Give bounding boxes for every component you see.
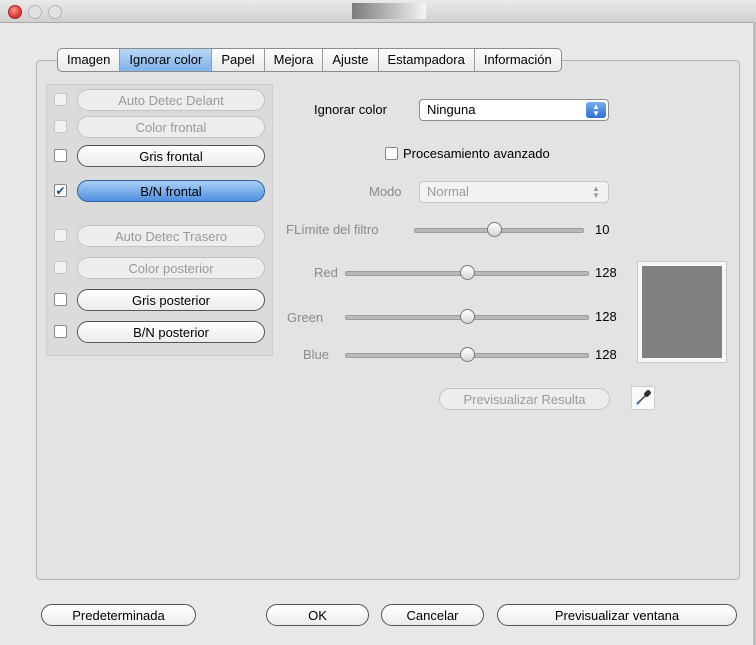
option-checkbox-checked[interactable]: ✔	[54, 184, 67, 197]
red-label: Red	[314, 265, 338, 280]
ok-button[interactable]: OK	[266, 604, 369, 626]
tab-ignorar-color[interactable]: Ignorar color	[120, 49, 213, 71]
option-button[interactable]: Color posterior	[77, 257, 265, 279]
eyedropper-button[interactable]	[631, 386, 655, 410]
title-bar	[0, 0, 756, 23]
eyedropper-icon	[636, 390, 651, 405]
default-button[interactable]: Predeterminada	[41, 604, 196, 626]
blue-slider[interactable]	[345, 347, 589, 363]
option-button[interactable]: Gris frontal	[77, 145, 265, 167]
mode-label: Modo	[369, 184, 402, 199]
side-options-panel: Auto Detec Delant Color frontal Gris fro…	[46, 84, 273, 356]
option-checkbox[interactable]	[54, 325, 67, 338]
ignore-color-select[interactable]: Ninguna ▲ ▼	[419, 99, 609, 121]
blue-label: Blue	[303, 347, 330, 362]
filter-limit-label: FLímite del filtro	[286, 222, 379, 237]
option-button-selected[interactable]: B/N frontal	[77, 180, 265, 202]
preview-window-button[interactable]: Previsualizar ventana	[497, 604, 737, 626]
slider-knob[interactable]	[460, 347, 475, 362]
tab-papel[interactable]: Papel	[212, 49, 265, 71]
option-checkbox[interactable]	[54, 293, 67, 306]
red-slider[interactable]	[345, 265, 589, 281]
mode-value: Normal	[427, 184, 469, 199]
advanced-processing-checkbox[interactable]	[385, 147, 398, 160]
select-arrows-icon: ▲ ▼	[592, 184, 600, 200]
green-value: 128	[595, 309, 617, 324]
advanced-processing-label: Procesamiento avanzado	[403, 146, 550, 161]
ignore-color-label: Ignorar color	[314, 102, 387, 117]
cancel-button[interactable]: Cancelar	[381, 604, 484, 626]
mode-select[interactable]: Normal ▲ ▼	[419, 181, 609, 203]
option-button[interactable]: Auto Detec Delant	[77, 89, 265, 111]
scanner-settings-window: Imagen Ignorar color Papel Mejora Ajuste…	[0, 0, 756, 645]
option-button[interactable]: Gris posterior	[77, 289, 265, 311]
option-button[interactable]: Color frontal	[77, 116, 265, 138]
green-slider[interactable]	[345, 309, 589, 325]
close-window-button[interactable]	[8, 5, 22, 19]
minimize-window-button[interactable]	[28, 5, 42, 19]
slider-knob[interactable]	[487, 222, 502, 237]
tab-ajuste[interactable]: Ajuste	[323, 49, 379, 71]
tab-mejora[interactable]: Mejora	[265, 49, 324, 71]
slider-knob[interactable]	[460, 309, 475, 324]
title-image	[352, 3, 426, 19]
option-checkbox[interactable]	[54, 261, 67, 274]
select-arrows-icon: ▲ ▼	[586, 102, 606, 118]
option-checkbox[interactable]	[54, 120, 67, 133]
red-value: 128	[595, 265, 617, 280]
green-label: Green	[287, 310, 324, 325]
color-preview-swatch	[637, 261, 727, 363]
zoom-window-button[interactable]	[48, 5, 62, 19]
slider-knob[interactable]	[460, 265, 475, 280]
blue-value: 128	[595, 347, 617, 362]
option-checkbox[interactable]	[54, 229, 67, 242]
tab-bar: Imagen Ignorar color Papel Mejora Ajuste…	[57, 48, 562, 72]
option-checkbox[interactable]	[54, 93, 67, 106]
filter-limit-slider[interactable]	[414, 222, 584, 238]
preview-result-button[interactable]: Previsualizar Resulta	[439, 388, 610, 410]
option-button[interactable]: B/N posterior	[77, 321, 265, 343]
ignore-color-value: Ninguna	[427, 102, 476, 117]
tab-imagen[interactable]: Imagen	[58, 49, 121, 71]
filter-limit-value: 10	[595, 222, 610, 237]
tab-estampadora[interactable]: Estampadora	[379, 49, 475, 71]
tab-informacion[interactable]: Información	[475, 49, 561, 71]
option-button[interactable]: Auto Detec Trasero	[77, 225, 265, 247]
option-checkbox[interactable]	[54, 149, 67, 162]
